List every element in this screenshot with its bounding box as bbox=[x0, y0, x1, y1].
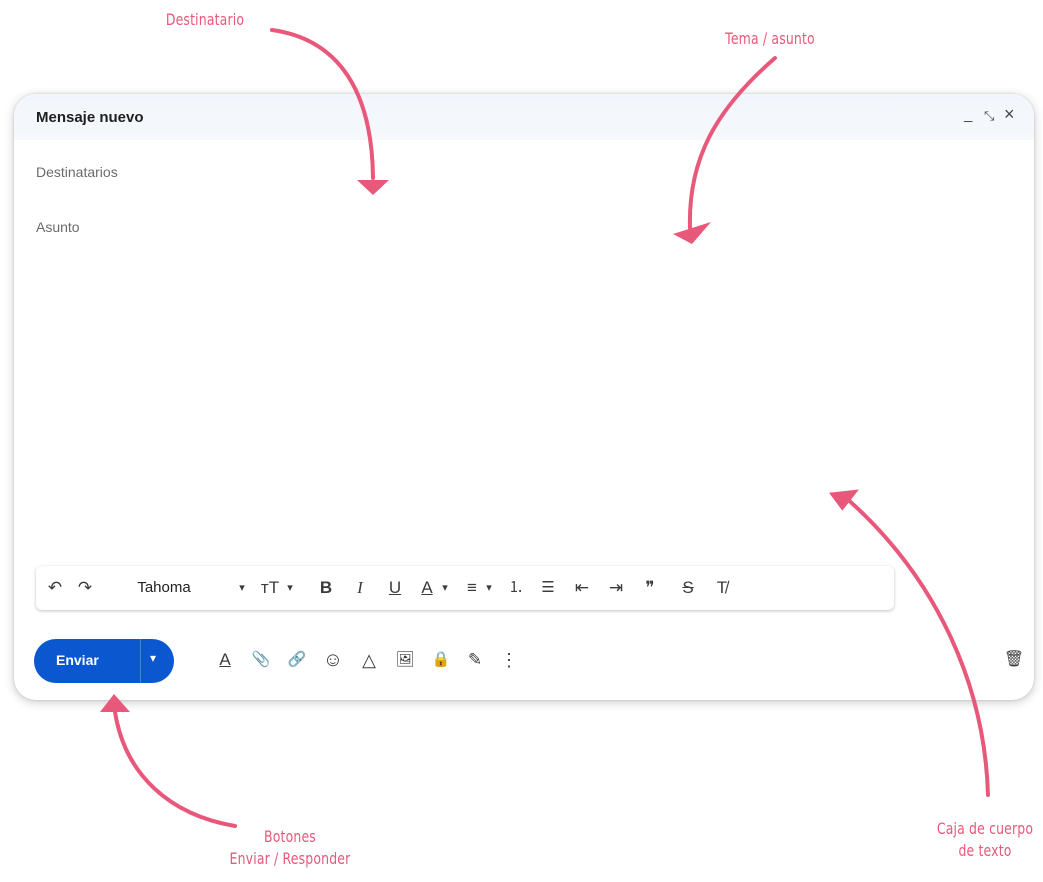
subject-field[interactable]: Asunto bbox=[36, 219, 80, 235]
annotation-recipient: Destinatario bbox=[165, 10, 245, 29]
message-body[interactable] bbox=[36, 244, 1012, 544]
text-color-icon[interactable]: A bbox=[414, 566, 440, 610]
recipients-field[interactable]: Destinatarios bbox=[36, 164, 118, 180]
font-dropdown-icon[interactable]: ▾ bbox=[232, 566, 252, 610]
indent-more-icon[interactable]: ⇥ bbox=[602, 566, 630, 610]
fullscreen-icon[interactable]: ⤡ bbox=[984, 108, 994, 124]
arrow-buttons bbox=[113, 710, 237, 828]
text-size-dropdown-icon[interactable]: ▾ bbox=[282, 566, 298, 610]
annotation-body-line1: Caja de cuerpo bbox=[936, 819, 1034, 838]
bulleted-list-icon[interactable]: ☰ bbox=[534, 566, 562, 610]
formatting-options-icon[interactable]: A bbox=[210, 640, 240, 680]
annotation-buttons: Botones Enviar / Responder bbox=[212, 826, 368, 870]
drive-icon[interactable]: △ bbox=[354, 640, 384, 680]
annotation-body: Caja de cuerpo de texto bbox=[923, 818, 1043, 862]
send-options-icon[interactable]: ▾ bbox=[150, 651, 156, 665]
formatting-toolbar: ↶ ↷ Tahoma ▾ тT ▾ B I U A ▾ ≡ ▾ ⒈ ☰ ⇤ ⇥ … bbox=[36, 566, 894, 610]
quote-icon[interactable]: ❞ bbox=[636, 566, 664, 610]
underline-icon[interactable]: U bbox=[381, 566, 409, 610]
annotation-body-line2: de texto bbox=[958, 841, 1012, 860]
signature-icon[interactable]: ✎ bbox=[460, 640, 490, 680]
text-color-dropdown-icon[interactable]: ▾ bbox=[438, 566, 452, 610]
minimize-icon[interactable]: _ bbox=[964, 106, 972, 123]
redo-icon[interactable]: ↷ bbox=[72, 566, 98, 610]
annotation-buttons-line2: Enviar / Responder bbox=[229, 849, 351, 868]
send-label: Enviar bbox=[56, 652, 99, 668]
undo-icon[interactable]: ↶ bbox=[42, 566, 68, 610]
bold-icon[interactable]: B bbox=[312, 566, 340, 610]
font-selector[interactable]: Tahoma bbox=[124, 566, 204, 610]
send-button[interactable]: Enviar ▾ bbox=[34, 639, 174, 683]
more-options-icon[interactable]: ⋮ bbox=[494, 640, 524, 680]
text-size-icon[interactable]: тT bbox=[256, 566, 284, 610]
strikethrough-icon[interactable]: S bbox=[674, 566, 702, 610]
align-icon[interactable]: ≡ bbox=[460, 566, 484, 610]
numbered-list-icon[interactable]: ⒈ bbox=[502, 566, 530, 610]
discard-draft-icon[interactable]: 🗑 bbox=[999, 640, 1029, 680]
compose-titlebar: Mensaje nuevo _ ⤡ × bbox=[14, 94, 1034, 140]
align-dropdown-icon[interactable]: ▾ bbox=[482, 566, 496, 610]
compose-title: Mensaje nuevo bbox=[36, 109, 144, 126]
emoji-icon[interactable]: ☺ bbox=[318, 640, 348, 680]
annotation-subject: Tema / asunto bbox=[725, 29, 815, 48]
clear-formatting-icon[interactable]: T̸ bbox=[708, 566, 736, 610]
indent-less-icon[interactable]: ⇤ bbox=[568, 566, 596, 610]
link-icon[interactable]: 🔗 bbox=[282, 640, 312, 680]
annotation-buttons-line1: Botones bbox=[264, 827, 316, 846]
insert-photo-icon[interactable]: 🖼 bbox=[390, 640, 420, 680]
send-divider bbox=[140, 639, 141, 683]
close-icon[interactable]: × bbox=[1004, 104, 1015, 125]
attach-icon[interactable]: 📎 bbox=[246, 640, 276, 680]
confidential-mode-icon[interactable]: 🔒 bbox=[426, 640, 456, 680]
italic-icon[interactable]: I bbox=[346, 566, 374, 610]
compose-window: Mensaje nuevo _ ⤡ × Destinatarios Asunto… bbox=[14, 94, 1034, 700]
